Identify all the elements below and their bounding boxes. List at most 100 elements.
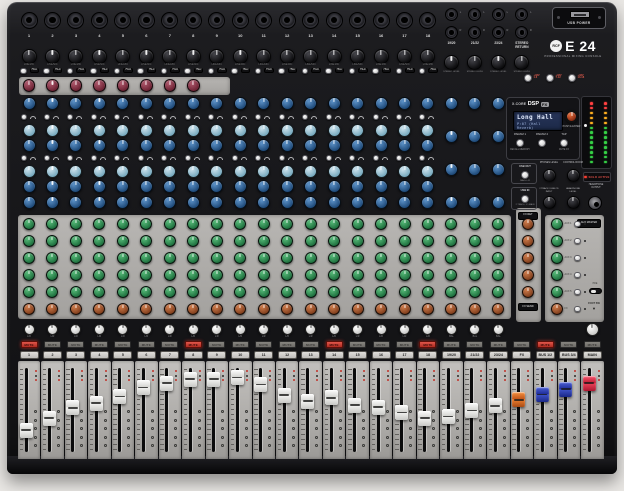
fader-handle[interactable] xyxy=(442,409,455,424)
aux-send-knob[interactable] xyxy=(70,286,82,298)
aux-send-knob[interactable] xyxy=(328,286,340,298)
fx-return-knob[interactable] xyxy=(522,218,534,230)
eq-high-knob[interactable] xyxy=(116,97,129,110)
eq-high-knob[interactable] xyxy=(140,97,153,110)
eq-lomid-gain-knob[interactable] xyxy=(210,180,223,193)
eq-lomid-gain-knob[interactable] xyxy=(421,180,434,193)
mute-button[interactable]: MUTE xyxy=(114,341,131,348)
eq-low-knob[interactable] xyxy=(398,196,411,209)
lowcut-button[interactable] xyxy=(255,68,262,75)
balance-knob[interactable] xyxy=(446,324,457,335)
gain-knob[interactable] xyxy=(92,49,107,64)
fader-handle[interactable] xyxy=(66,400,79,415)
mute-button[interactable]: MUTE xyxy=(44,341,61,348)
aux-send-knob[interactable] xyxy=(258,286,270,298)
eq-lomid-freq-knob[interactable] xyxy=(140,165,153,178)
eq-lomid-gain-knob[interactable] xyxy=(140,180,153,193)
aux-send-knob[interactable] xyxy=(117,235,129,247)
aux-send-knob[interactable] xyxy=(70,235,82,247)
aux-send-knob[interactable] xyxy=(305,235,317,247)
stereo-eq-knob[interactable] xyxy=(492,97,505,110)
eq-low-knob[interactable] xyxy=(281,196,294,209)
aux-send-knob[interactable] xyxy=(328,252,340,264)
eq-himid-freq-knob[interactable] xyxy=(69,124,82,137)
aux-send-knob[interactable] xyxy=(23,269,35,281)
pan-knob[interactable] xyxy=(188,324,199,335)
eq-himid-gain-knob[interactable] xyxy=(421,139,434,152)
eq-high-knob[interactable] xyxy=(187,97,200,110)
stereo-eq-knob[interactable] xyxy=(468,196,481,209)
fader-handle[interactable] xyxy=(278,388,291,403)
eq-himid-gain-knob[interactable] xyxy=(23,139,36,152)
pan-knob[interactable] xyxy=(47,324,58,335)
eq-high-knob[interactable] xyxy=(234,97,247,110)
eq-himid-freq-knob[interactable] xyxy=(93,124,106,137)
pfl-button[interactable] xyxy=(574,289,581,296)
stereo-gain-knob[interactable] xyxy=(444,55,459,70)
pan-knob[interactable] xyxy=(352,324,363,335)
aux-send-knob[interactable] xyxy=(422,269,434,281)
stereo-eq-knob[interactable] xyxy=(445,196,458,209)
fader-handle[interactable] xyxy=(348,398,361,413)
eq-bell-button[interactable] xyxy=(138,155,144,161)
fx-send-knob[interactable] xyxy=(305,303,317,315)
aux-send-knob[interactable] xyxy=(399,269,411,281)
eq-lomid-freq-knob[interactable] xyxy=(351,165,364,178)
aux-master-knob[interactable] xyxy=(551,286,563,298)
aux-send-knob[interactable] xyxy=(70,269,82,281)
comp-knob[interactable] xyxy=(140,79,153,92)
eq-bell-button[interactable] xyxy=(326,114,332,120)
gain-knob[interactable] xyxy=(256,49,271,64)
gain-knob[interactable] xyxy=(209,49,224,64)
eq-bell-button[interactable] xyxy=(44,155,50,161)
aux-send-knob[interactable] xyxy=(70,218,82,230)
fx-send-knob[interactable] xyxy=(23,303,35,315)
lowcut-button[interactable] xyxy=(137,68,144,75)
eq-low-knob[interactable] xyxy=(375,196,388,209)
pan-knob[interactable] xyxy=(141,324,152,335)
aux-send-knob[interactable] xyxy=(375,286,387,298)
eq-high-knob[interactable] xyxy=(328,97,341,110)
mute-button[interactable]: MUTE xyxy=(279,341,296,348)
gain-knob[interactable] xyxy=(162,49,177,64)
lowcut-button[interactable] xyxy=(278,68,285,75)
lowcut-button[interactable] xyxy=(302,68,309,75)
phantom-48v-button[interactable] xyxy=(546,74,554,82)
aux-send-knob[interactable] xyxy=(258,235,270,247)
aux-send-knob[interactable] xyxy=(258,269,270,281)
aux-send-knob[interactable] xyxy=(164,235,176,247)
lowcut-button[interactable] xyxy=(372,68,379,75)
eq-low-knob[interactable] xyxy=(328,196,341,209)
eq-lomid-freq-knob[interactable] xyxy=(421,165,434,178)
eq-himid-freq-knob[interactable] xyxy=(328,124,341,137)
aux-send-knob[interactable] xyxy=(375,235,387,247)
mute-button[interactable]: MUTE xyxy=(349,341,366,348)
aux-send-knob[interactable] xyxy=(211,252,223,264)
pan-knob[interactable] xyxy=(235,324,246,335)
eq-himid-gain-knob[interactable] xyxy=(187,139,200,152)
aux-send-knob[interactable] xyxy=(422,218,434,230)
mute-button[interactable]: MUTE xyxy=(466,341,483,348)
fader-handle[interactable] xyxy=(90,396,103,411)
fader-handle[interactable] xyxy=(559,382,572,397)
eq-lomid-freq-knob[interactable] xyxy=(69,165,82,178)
fx-return-knob[interactable] xyxy=(522,252,534,264)
aux-send-knob[interactable] xyxy=(352,235,364,247)
eq-himid-freq-knob[interactable] xyxy=(234,124,247,137)
eq-himid-gain-knob[interactable] xyxy=(398,139,411,152)
eq-himid-gain-knob[interactable] xyxy=(93,139,106,152)
eq-lomid-freq-knob[interactable] xyxy=(187,165,200,178)
aux-send-knob[interactable] xyxy=(23,286,35,298)
stereo-eq-knob[interactable] xyxy=(445,97,458,110)
eq-bell-button[interactable] xyxy=(138,114,144,120)
pfl-button[interactable] xyxy=(574,272,581,279)
eq-low-knob[interactable] xyxy=(93,196,106,209)
eq-himid-gain-knob[interactable] xyxy=(46,139,59,152)
eq-bell-button[interactable] xyxy=(91,114,97,120)
fx-send-knob[interactable] xyxy=(352,303,364,315)
fader-handle[interactable] xyxy=(325,390,338,405)
mute-button[interactable]: MUTE xyxy=(443,341,460,348)
gain-knob[interactable] xyxy=(303,49,318,64)
eq-lomid-freq-knob[interactable] xyxy=(116,165,129,178)
eq-lomid-gain-knob[interactable] xyxy=(46,180,59,193)
